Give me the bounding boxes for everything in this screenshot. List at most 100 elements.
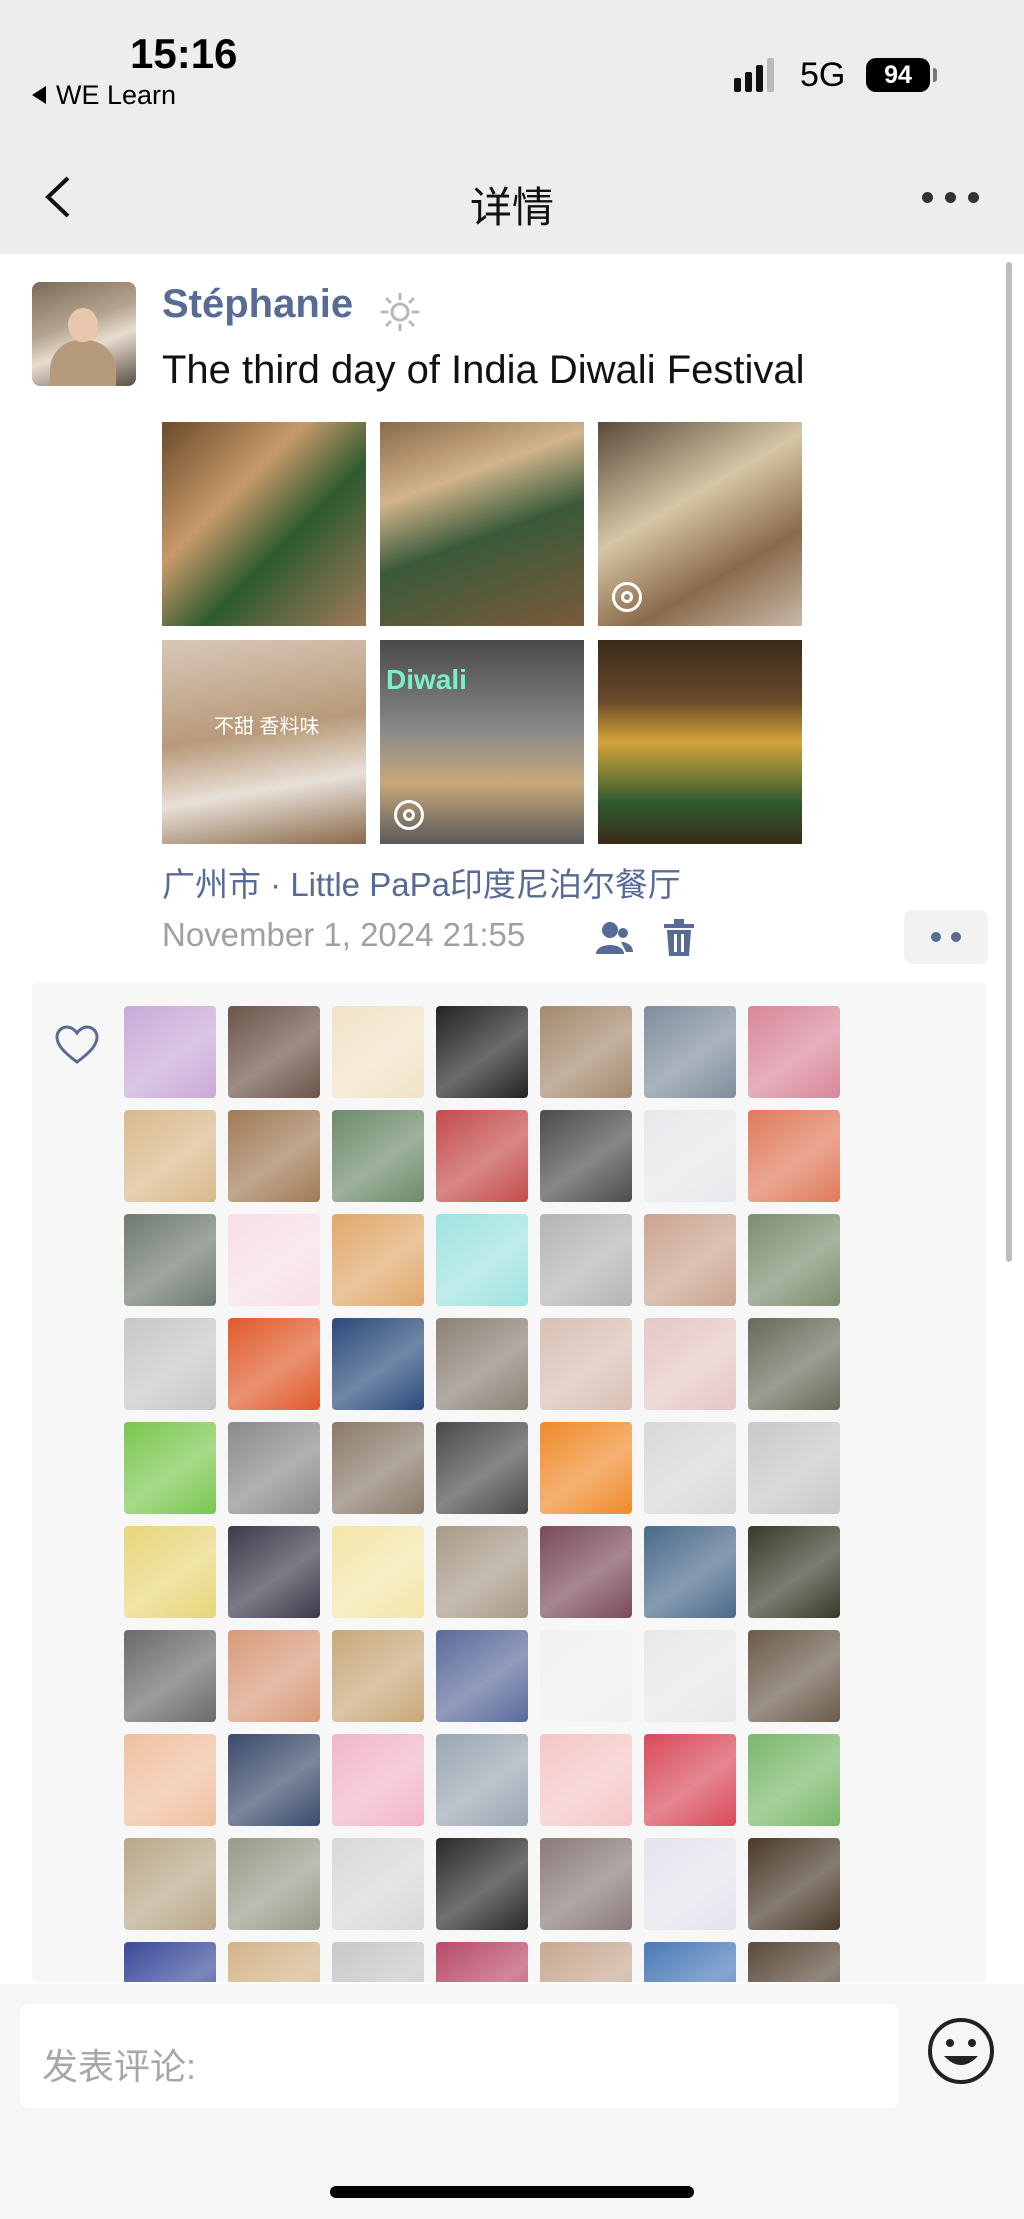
liker-avatar[interactable] bbox=[748, 1214, 840, 1306]
post-text: The third day of India Diwali Festival bbox=[162, 348, 805, 392]
liker-avatar[interactable] bbox=[540, 1942, 632, 1982]
liker-avatar[interactable] bbox=[228, 1838, 320, 1930]
photo-6[interactable] bbox=[598, 640, 802, 844]
liker-avatar[interactable] bbox=[124, 1526, 216, 1618]
liker-avatar[interactable] bbox=[436, 1006, 528, 1098]
more-dots-icon[interactable] bbox=[904, 910, 988, 964]
liker-avatar[interactable] bbox=[332, 1110, 424, 1202]
network-label: 5G bbox=[800, 56, 846, 94]
comment-placeholder: 发表评论: bbox=[42, 2046, 197, 2087]
author-avatar[interactable] bbox=[32, 282, 136, 386]
more-horizontal-icon[interactable] bbox=[922, 192, 982, 206]
liker-avatar[interactable] bbox=[228, 1422, 320, 1514]
liker-avatar[interactable] bbox=[540, 1422, 632, 1514]
signal-icon bbox=[734, 56, 780, 92]
sun-icon bbox=[380, 292, 420, 332]
liker-avatar[interactable] bbox=[644, 1318, 736, 1410]
author-name[interactable]: Stéphanie bbox=[162, 282, 353, 327]
liker-avatar[interactable] bbox=[644, 1214, 736, 1306]
liker-avatar[interactable] bbox=[332, 1942, 424, 1982]
liker-avatar[interactable] bbox=[748, 1942, 840, 1982]
photo-4[interactable]: 不甜 香料味 bbox=[162, 640, 366, 844]
liker-avatar[interactable] bbox=[644, 1422, 736, 1514]
comment-input[interactable]: 发表评论: bbox=[20, 2004, 898, 2108]
liker-avatar[interactable] bbox=[228, 1526, 320, 1618]
liker-avatar[interactable] bbox=[332, 1838, 424, 1930]
liker-avatar[interactable] bbox=[436, 1630, 528, 1722]
liker-avatar[interactable] bbox=[540, 1630, 632, 1722]
liker-avatar[interactable] bbox=[124, 1110, 216, 1202]
liker-avatar[interactable] bbox=[124, 1734, 216, 1826]
liker-avatar[interactable] bbox=[644, 1110, 736, 1202]
liker-avatar[interactable] bbox=[540, 1318, 632, 1410]
liker-avatar[interactable] bbox=[124, 1318, 216, 1410]
liker-avatar[interactable] bbox=[748, 1838, 840, 1930]
liker-avatar[interactable] bbox=[540, 1214, 632, 1306]
liker-avatar[interactable] bbox=[644, 1630, 736, 1722]
liker-avatar[interactable] bbox=[228, 1630, 320, 1722]
photo-3[interactable] bbox=[598, 422, 802, 626]
liker-avatar[interactable] bbox=[644, 1526, 736, 1618]
liker-avatar[interactable] bbox=[644, 1006, 736, 1098]
liker-avatar[interactable] bbox=[332, 1422, 424, 1514]
liker-avatar[interactable] bbox=[436, 1110, 528, 1202]
liker-avatar[interactable] bbox=[748, 1526, 840, 1618]
liker-avatar[interactable] bbox=[228, 1942, 320, 1982]
scrollbar[interactable] bbox=[1006, 262, 1012, 1262]
liker-avatar[interactable] bbox=[332, 1526, 424, 1618]
liker-avatar[interactable] bbox=[748, 1318, 840, 1410]
liker-avatar[interactable] bbox=[436, 1214, 528, 1306]
liker-avatar[interactable] bbox=[540, 1110, 632, 1202]
back-app-label: WE Learn bbox=[56, 80, 177, 110]
liker-avatar[interactable] bbox=[436, 1318, 528, 1410]
post-datetime: November 1, 2024 21:55 bbox=[162, 916, 526, 953]
liker-avatar[interactable] bbox=[332, 1734, 424, 1826]
liker-avatar[interactable] bbox=[436, 1734, 528, 1826]
photo-2[interactable] bbox=[380, 422, 584, 626]
people-icon[interactable] bbox=[594, 918, 634, 958]
status-bar: 15:16 WE Learn 5G 94 bbox=[0, 0, 1024, 140]
liker-avatar[interactable] bbox=[436, 1422, 528, 1514]
liker-avatar[interactable] bbox=[124, 1630, 216, 1722]
liker-avatar[interactable] bbox=[540, 1838, 632, 1930]
photo-5[interactable]: Diwali bbox=[380, 640, 584, 844]
liker-avatar[interactable] bbox=[228, 1734, 320, 1826]
liker-avatar[interactable] bbox=[540, 1734, 632, 1826]
liker-avatar[interactable] bbox=[332, 1214, 424, 1306]
liker-avatar[interactable] bbox=[748, 1006, 840, 1098]
liker-avatar[interactable] bbox=[332, 1630, 424, 1722]
back-to-app-link[interactable]: WE Learn bbox=[32, 80, 176, 111]
navigation-bar: 详情 bbox=[0, 140, 1024, 254]
liker-avatar[interactable] bbox=[124, 1006, 216, 1098]
battery-icon: 94 bbox=[866, 58, 930, 92]
photo-1[interactable] bbox=[162, 422, 366, 626]
liker-avatar[interactable] bbox=[644, 1838, 736, 1930]
trash-icon[interactable] bbox=[662, 918, 696, 958]
liker-avatar[interactable] bbox=[644, 1942, 736, 1982]
liker-avatar[interactable] bbox=[124, 1942, 216, 1982]
emoji-icon[interactable] bbox=[926, 2016, 996, 2086]
liker-avatar[interactable] bbox=[644, 1734, 736, 1826]
liker-avatar[interactable] bbox=[124, 1422, 216, 1514]
photo-4-label: 不甜 香料味 bbox=[214, 716, 320, 738]
location-link[interactable]: 广州市 · Little PaPa印度尼泊尔餐厅 bbox=[162, 858, 681, 906]
liker-avatar[interactable] bbox=[540, 1006, 632, 1098]
liker-avatar[interactable] bbox=[332, 1318, 424, 1410]
liker-avatar[interactable] bbox=[228, 1006, 320, 1098]
liker-avatar[interactable] bbox=[124, 1214, 216, 1306]
liker-avatar[interactable] bbox=[124, 1838, 216, 1930]
heart-icon bbox=[55, 1025, 99, 1064]
liker-avatar[interactable] bbox=[748, 1110, 840, 1202]
liker-avatar[interactable] bbox=[228, 1214, 320, 1306]
liker-avatar[interactable] bbox=[436, 1942, 528, 1982]
liker-avatar[interactable] bbox=[228, 1110, 320, 1202]
liker-avatar[interactable] bbox=[332, 1006, 424, 1098]
liker-avatar[interactable] bbox=[436, 1838, 528, 1930]
liker-avatar[interactable] bbox=[748, 1422, 840, 1514]
liker-avatar[interactable] bbox=[228, 1318, 320, 1410]
liker-avatar[interactable] bbox=[748, 1630, 840, 1722]
liker-avatar[interactable] bbox=[436, 1526, 528, 1618]
liker-avatar[interactable] bbox=[748, 1734, 840, 1826]
likes-panel bbox=[32, 982, 986, 1982]
liker-avatar[interactable] bbox=[540, 1526, 632, 1618]
